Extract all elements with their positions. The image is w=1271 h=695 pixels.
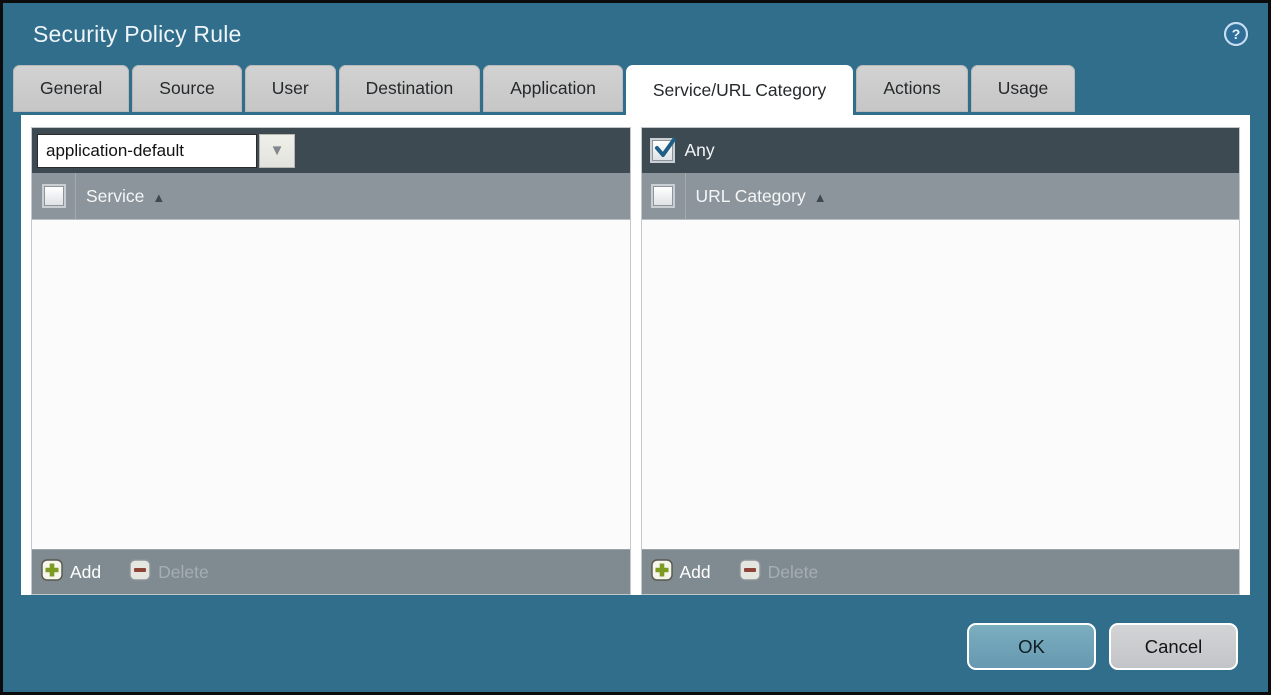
service-column-label: Service [86,185,145,206]
add-icon [41,558,63,586]
url-category-panel: Any URL Category ▲ Add Delete [640,127,1240,595]
delete-icon [738,558,761,586]
service-delete-button[interactable]: Delete [129,558,209,586]
content-card: ▼ Service ▲ [21,115,1250,595]
dialog-titlebar: Security Policy Rule ? [3,3,1268,65]
tab-general[interactable]: General [13,65,130,112]
tab-actions[interactable]: Actions [856,65,968,112]
url-category-toolbar: Any [641,128,1239,173]
tab-destination[interactable]: Destination [338,65,481,112]
tab-source[interactable]: Source [132,65,242,112]
service-column-header[interactable]: Service ▲ [32,173,630,220]
url-category-column-header[interactable]: URL Category ▲ [641,173,1239,220]
svg-text:?: ? [1232,26,1241,42]
tab-bar: General Source User Destination Applicat… [3,65,1268,115]
tab-application[interactable]: Application [483,65,623,112]
url-category-add-button[interactable]: Add [650,558,711,586]
tab-service-url-category[interactable]: Service/URL Category [625,65,854,115]
service-toolbar: ▼ [32,128,630,173]
service-panel-footer: Add Delete [32,549,630,594]
service-add-button[interactable]: Add [41,558,101,586]
service-select-all-checkbox[interactable] [43,186,64,206]
chevron-down-icon: ▼ [269,142,285,159]
sort-asc-icon: ▲ [813,189,827,205]
service-combo-input[interactable] [37,133,257,168]
service-combo-dropdown-button[interactable]: ▼ [259,133,295,168]
url-category-select-all-checkbox[interactable] [653,186,673,206]
delete-icon [129,558,151,586]
url-category-list[interactable] [641,220,1239,549]
tab-user[interactable]: User [244,65,336,112]
service-combobox: ▼ [37,133,295,168]
service-panel: ▼ Service ▲ [31,127,631,595]
add-icon [650,558,673,586]
sort-asc-icon: ▲ [152,189,166,205]
url-category-column-label: URL Category [695,185,806,206]
url-category-delete-button[interactable]: Delete [738,558,818,586]
cancel-button[interactable]: Cancel [1109,623,1238,670]
dialog-button-row: OK Cancel [967,623,1238,670]
security-policy-rule-dialog: Security Policy Rule ? General Source Us… [0,0,1271,695]
help-icon[interactable]: ? [1222,20,1250,48]
any-checkbox[interactable] [651,137,676,161]
dialog-title: Security Policy Rule [33,20,242,47]
ok-button[interactable]: OK [967,623,1096,670]
any-checkbox-label: Any [684,140,715,160]
url-category-panel-footer: Add Delete [641,549,1239,594]
service-list[interactable] [32,220,630,549]
tab-usage[interactable]: Usage [970,65,1076,112]
